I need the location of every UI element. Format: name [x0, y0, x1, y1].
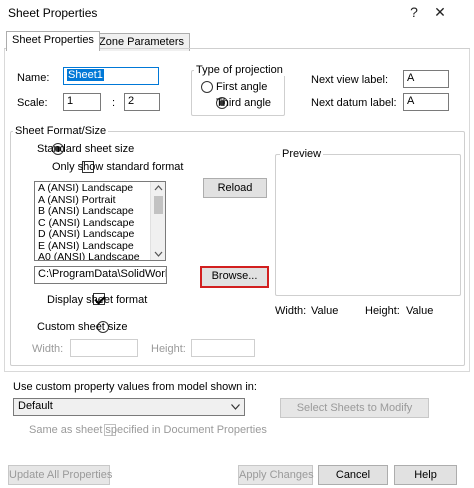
- standard-size-label[interactable]: Standard sheet size: [37, 143, 134, 155]
- projection-group-title: Type of projection: [194, 64, 285, 76]
- select-sheets-button[interactable]: Select Sheets to Modify: [280, 398, 429, 418]
- tab-sheet-properties[interactable]: Sheet Properties: [6, 31, 100, 51]
- list-item[interactable]: A (ANSI) Landscape: [35, 182, 149, 195]
- scrollbar-arrows-icon[interactable]: [151, 182, 166, 260]
- custom-height-field[interactable]: [191, 339, 255, 357]
- chevron-down-icon: [231, 404, 240, 410]
- custom-width-label: Width:: [32, 343, 64, 355]
- sheet-format-group-title: Sheet Format/Size: [13, 125, 109, 137]
- custom-props-combo-value: Default: [18, 400, 53, 412]
- list-item[interactable]: A0 (ANSI) Landscape: [35, 251, 149, 260]
- custom-width-field[interactable]: [70, 339, 138, 357]
- custom-size-label[interactable]: Custom sheet size: [37, 321, 127, 333]
- third-angle-label[interactable]: Third angle: [216, 97, 271, 109]
- next-view-field[interactable]: A: [403, 70, 449, 88]
- preview-box: [275, 154, 461, 296]
- same-as-label: Same as sheet specified in Document Prop…: [29, 424, 267, 436]
- sheet-format-path-field[interactable]: C:\ProgramData\SolidWork:: [34, 266, 167, 284]
- next-datum-label: Next datum label:: [311, 97, 397, 109]
- sheet-name-field[interactable]: Sheet1: [63, 67, 159, 85]
- preview-width-value: Value: [311, 305, 339, 317]
- reload-button[interactable]: Reload: [203, 178, 267, 198]
- close-icon[interactable]: ✕: [430, 4, 450, 21]
- list-item[interactable]: B (ANSI) Landscape: [35, 205, 149, 218]
- name-label: Name:: [17, 72, 50, 84]
- preview-height-value: Value: [406, 305, 434, 317]
- preview-height-label: Height:: [365, 305, 400, 317]
- cancel-button[interactable]: Cancel: [318, 465, 388, 485]
- next-view-label: Next view label:: [311, 74, 389, 86]
- preview-title: Preview: [280, 148, 324, 160]
- custom-props-label: Use custom property values from model sh…: [13, 381, 257, 393]
- update-all-button[interactable]: Update All Properties: [8, 465, 112, 485]
- help-button[interactable]: Help: [394, 465, 457, 485]
- help-icon[interactable]: ?: [404, 4, 424, 20]
- projection-group: [191, 70, 285, 116]
- list-item[interactable]: D (ANSI) Landscape: [35, 228, 149, 241]
- display-format-label[interactable]: Display sheet format: [47, 294, 147, 306]
- sheet-size-list[interactable]: A (ANSI) Landscape A (ANSI) Portrait B (…: [34, 181, 166, 261]
- browse-button[interactable]: Browse...: [200, 266, 269, 288]
- only-standard-label[interactable]: Only show standard format: [52, 161, 183, 173]
- first-angle-label[interactable]: First angle: [216, 81, 267, 93]
- scale-denominator-field[interactable]: 2: [124, 93, 160, 111]
- scale-separator: :: [112, 97, 116, 109]
- apply-changes-button[interactable]: Apply Changes: [238, 465, 314, 485]
- preview-width-label: Width:: [275, 305, 307, 317]
- next-datum-field[interactable]: A: [403, 93, 449, 111]
- scale-numerator-field[interactable]: 1: [63, 93, 101, 111]
- custom-props-combo[interactable]: Default: [13, 398, 245, 416]
- list-scrollbar[interactable]: [150, 182, 165, 260]
- scale-label: Scale:: [17, 97, 48, 109]
- dialog-title: Sheet Properties: [8, 6, 98, 20]
- custom-height-label: Height:: [151, 343, 186, 355]
- sheet-name-value: Sheet1: [67, 69, 104, 81]
- first-angle-radio[interactable]: [201, 81, 213, 93]
